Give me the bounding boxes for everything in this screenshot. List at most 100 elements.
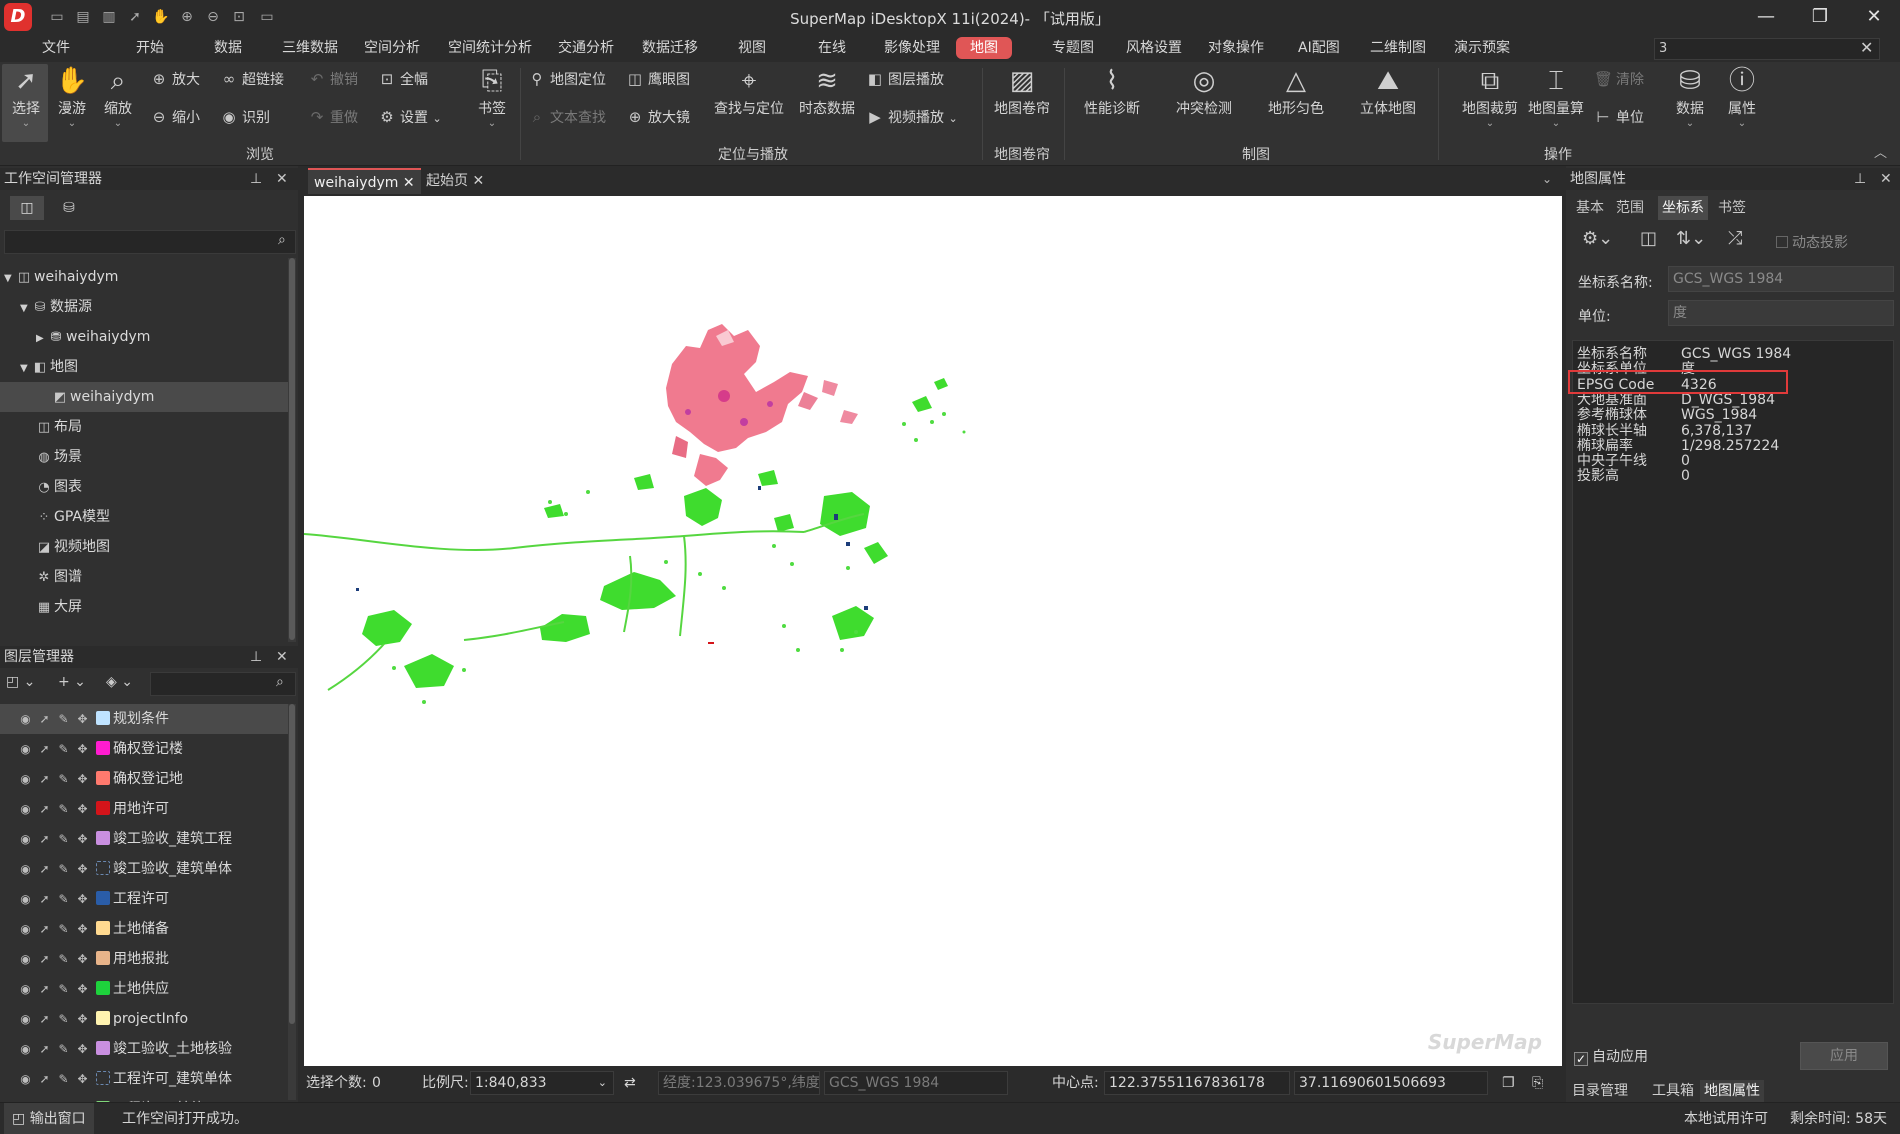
map-canvas[interactable]: SuperMap [304, 196, 1562, 1066]
eye-icon[interactable]: ◉ [16, 824, 35, 854]
snap-icon[interactable]: ✥ [73, 974, 92, 1004]
full-extent-button[interactable]: ⊡ 全幅 [378, 68, 428, 90]
selectable-icon[interactable]: ➚ [35, 734, 54, 764]
close-icon[interactable]: ✕ [276, 168, 288, 190]
collapse-icon[interactable]: ▼ [4, 264, 16, 294]
layer-row[interactable]: ◉ ➚ ✎ ✥ 工程许可 [0, 884, 288, 914]
edit-icon[interactable]: ✎ [54, 1034, 73, 1064]
center-y-input[interactable]: 37.11690601506693 [1294, 1071, 1488, 1095]
tree-item-datasource[interactable]: ▶ ⛃ weihaiydym [0, 322, 288, 352]
close-icon[interactable]: ✕ [403, 175, 415, 191]
menu-file[interactable]: 文件 [42, 37, 70, 59]
zoom-out-icon[interactable]: ⊖ [204, 8, 222, 26]
tab-coordinate-system[interactable]: 坐标系 [1658, 196, 1708, 220]
stereo-map-button[interactable]: ⛰ 立体地图 [1356, 64, 1420, 118]
undo-button[interactable]: ↶ 撤销 [308, 68, 358, 90]
edit-icon[interactable]: ✎ [54, 734, 73, 764]
eye-icon[interactable]: ◉ [16, 974, 35, 1004]
edit-icon[interactable]: ✎ [54, 1064, 73, 1094]
tree-item-gpa-models[interactable]: ⁘ GPA模型 [0, 502, 288, 532]
eagle-eye-button[interactable]: ◫ 鹰眼图 [626, 68, 690, 90]
workspace-scene-icon[interactable]: ⛁ [54, 196, 84, 220]
data-button[interactable]: ⛁ 数据 ⌄ [1668, 64, 1712, 130]
tree-item-maps[interactable]: ▼ ◧ 地图 [0, 352, 288, 382]
snap-icon[interactable]: ✥ [73, 764, 92, 794]
redo-button[interactable]: ↷ 重做 [308, 106, 358, 128]
menu-traffic-analysis[interactable]: 交通分析 [558, 37, 614, 59]
edit-icon[interactable]: ✎ [54, 914, 73, 944]
snap-icon[interactable]: ✥ [73, 824, 92, 854]
close-icon[interactable]: ✕ [276, 646, 288, 668]
chevron-down-icon[interactable]: ⌄ [1542, 172, 1552, 186]
map-locate-button[interactable]: ⚲ 地图定位 [528, 68, 607, 90]
zoom-out-button[interactable]: ⊖ 缩小 [150, 106, 200, 128]
text-find-button[interactable]: ⌕ 文本查找 [528, 106, 606, 128]
layer-row[interactable]: ◉ ➚ ✎ ✥ 工程许可_建筑单体 [0, 1064, 288, 1094]
expand-icon[interactable]: ▶ [36, 324, 48, 354]
crs-field[interactable]: GCS_WGS 1984 [824, 1071, 1008, 1095]
scale-select[interactable]: 1:840,833 ⌄ [470, 1071, 614, 1095]
apply-button[interactable]: 应用 [1800, 1042, 1888, 1070]
scrollbar-thumb[interactable] [289, 258, 295, 640]
eye-icon[interactable]: ◉ [16, 764, 35, 794]
crs-import-icon[interactable]: ◫ [1640, 228, 1657, 249]
tree-item-datasources[interactable]: ▼ ⛁ 数据源 [0, 292, 288, 322]
layer-search-input[interactable] [150, 672, 296, 696]
search-icon[interactable]: ⌕ [276, 674, 284, 690]
snap-icon[interactable]: ✥ [73, 1034, 92, 1064]
tree-item-layouts[interactable]: ◫ 布局 [0, 412, 288, 442]
select-button[interactable]: ➚ 选择 ⌄ [6, 64, 46, 130]
collapse-ribbon-icon[interactable]: ︿ [1874, 142, 1887, 161]
tree-item-charts[interactable]: ◔ 图表 [0, 472, 288, 502]
selectable-icon[interactable]: ➚ [35, 764, 54, 794]
tab-toolbox[interactable]: 工具箱 [1648, 1080, 1698, 1102]
menu-search-input[interactable]: 3 [1654, 38, 1880, 60]
eye-icon[interactable]: ◉ [16, 794, 35, 824]
selectable-icon[interactable]: ➚ [35, 794, 54, 824]
eye-icon[interactable]: ◉ [16, 944, 35, 974]
workspace-search-input[interactable] [4, 230, 296, 254]
eye-icon[interactable]: ◉ [16, 1004, 35, 1034]
edit-icon[interactable]: ✎ [54, 944, 73, 974]
menu-map[interactable]: 地图 [956, 37, 1012, 59]
menu-ai-mapping[interactable]: AI配图 [1298, 37, 1340, 59]
cursor-icon[interactable]: ➚ [126, 8, 144, 26]
selectable-icon[interactable]: ➚ [35, 854, 54, 884]
minimize-button[interactable]: — [1746, 4, 1786, 30]
tree-item-big-screens[interactable]: ▦ 大屏 [0, 592, 288, 622]
selectable-icon[interactable]: ➚ [35, 704, 54, 734]
layer-row[interactable]: ◉ ➚ ✎ ✥ 土地供应 [0, 974, 288, 1004]
edit-icon[interactable]: ✎ [54, 884, 73, 914]
snap-icon[interactable]: ✥ [73, 704, 92, 734]
menu-style-settings[interactable]: 风格设置 [1126, 37, 1182, 59]
tree-item-map[interactable]: ◩ weihaiydym [0, 382, 288, 412]
snap-icon[interactable]: ✥ [73, 1004, 92, 1034]
workspace-scrollbar[interactable] [288, 258, 296, 642]
layer-row[interactable]: ◉ ➚ ✎ ✥ 确权登记地 [0, 764, 288, 794]
save-icon[interactable]: ▥ [100, 8, 118, 26]
terrain-color-button[interactable]: △ 地形匀色 [1264, 64, 1328, 118]
tab-start-page[interactable]: 起始页 ✕ [420, 168, 490, 194]
temporal-data-button[interactable]: ≋ 时态数据 [796, 64, 858, 118]
layer-row[interactable]: ◉ ➚ ✎ ✥ 竣工验收_土地核验 [0, 1034, 288, 1064]
layer-row[interactable]: ◉ ➚ ✎ ✥ 确权登记楼 [0, 734, 288, 764]
add-icon[interactable]: + ⌄ [58, 674, 86, 690]
snap-icon[interactable]: ✥ [73, 884, 92, 914]
workspace-tree-icon[interactable]: ◫ [10, 196, 44, 220]
eye-icon[interactable]: ◉ [16, 1064, 35, 1094]
menu-2d-cartography[interactable]: 二维制图 [1370, 37, 1426, 59]
pin-icon[interactable]: ⊥ [1854, 168, 1866, 190]
edit-icon[interactable]: ✎ [54, 974, 73, 1004]
layer-row[interactable]: ◉ ➚ ✎ ✥ 竣工验收_建筑工程 [0, 824, 288, 854]
center-x-input[interactable]: 122.37551167836178 [1104, 1071, 1290, 1095]
edit-icon[interactable]: ✎ [54, 794, 73, 824]
snap-icon[interactable]: ✥ [73, 944, 92, 974]
close-window-button[interactable]: ✕ [1854, 4, 1894, 30]
new-layer-icon[interactable]: ◰ ⌄ [6, 674, 35, 690]
snap-icon[interactable]: ✥ [73, 854, 92, 884]
output-window-button[interactable]: ◰ 输出窗口 [4, 1103, 94, 1134]
snap-icon[interactable]: ✥ [73, 794, 92, 824]
tab-bookmarks[interactable]: 书签 [1714, 196, 1750, 220]
clear-button[interactable]: 🗑 清除 [1594, 68, 1644, 90]
new-file-icon[interactable]: ▭ [48, 8, 66, 26]
